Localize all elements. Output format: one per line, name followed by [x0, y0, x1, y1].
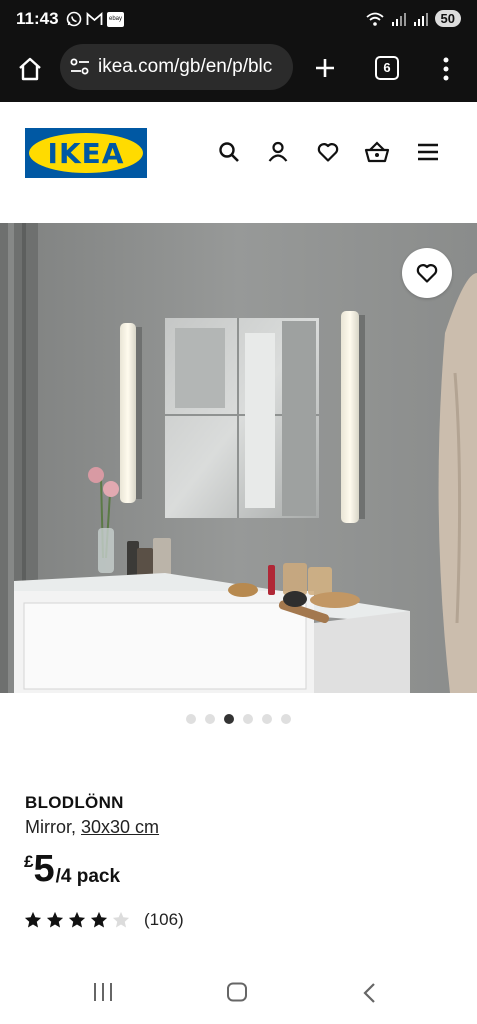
status-bar: 11:43 ebay 50 — [0, 0, 477, 40]
menu-icon[interactable] — [416, 140, 440, 164]
browser-toolbar: ikea.com/gb/en/p/blc 6 — [0, 40, 477, 102]
ebay-icon: ebay — [107, 11, 124, 27]
product-image[interactable] — [0, 223, 477, 693]
wifi-icon — [365, 12, 384, 26]
back-icon[interactable] — [362, 982, 378, 1004]
price-unit: /4 pack — [55, 866, 121, 887]
star-filled-icon — [90, 911, 108, 928]
home-icon[interactable] — [17, 56, 43, 82]
site-settings-icon[interactable] — [70, 58, 90, 76]
gallery-dot[interactable] — [224, 714, 234, 724]
product-rating[interactable]: (106) — [24, 910, 184, 930]
add-to-favourites-button[interactable] — [402, 248, 452, 298]
system-navigation-bar — [0, 968, 477, 1024]
address-bar[interactable]: ikea.com/gb/en/p/blc — [60, 44, 293, 90]
gallery-dot[interactable] — [205, 714, 215, 724]
more-options-icon[interactable] — [441, 57, 451, 81]
review-count: (106) — [144, 910, 184, 929]
site-header: IKEA — [0, 102, 477, 222]
star-filled-icon — [24, 911, 42, 928]
logo-text: IKEA — [47, 137, 125, 170]
account-icon[interactable] — [266, 140, 290, 164]
product-price: £ 5 /4 pack — [24, 846, 120, 892]
size-link[interactable]: 30x30 cm — [81, 817, 159, 837]
price-currency: £ — [24, 852, 34, 871]
gallery-dot[interactable] — [281, 714, 291, 724]
gallery-dot[interactable] — [262, 714, 272, 724]
heart-icon — [416, 264, 438, 283]
new-tab-icon[interactable] — [314, 57, 336, 79]
rating-stars — [24, 911, 130, 929]
product-description: Mirror, 30x30 cm — [25, 817, 159, 838]
gmail-icon — [86, 12, 103, 25]
system-indicators: 50 — [365, 10, 461, 27]
signal-icon — [391, 12, 406, 26]
url-text: ikea.com/gb/en/p/blc — [98, 56, 273, 77]
ikea-logo[interactable]: IKEA — [25, 128, 147, 178]
product-name: BLODLÖNN — [25, 793, 124, 812]
whatsapp-icon — [66, 11, 82, 27]
home-button-icon[interactable] — [226, 982, 248, 1002]
star-empty-icon — [112, 911, 130, 928]
gallery-pagination — [0, 714, 477, 724]
gallery-dot[interactable] — [186, 714, 196, 724]
cut-off-text: ▬ ▬▬▬ ▬▬▬▬ ▬ ▬▬▬▬ ▬▬▬ ▬▬▬▬ ▬▬ ▬▬ — [25, 958, 425, 968]
tab-switcher-button[interactable]: 6 — [375, 56, 399, 80]
basket-icon[interactable] — [364, 140, 390, 164]
heart-icon[interactable] — [316, 140, 340, 164]
price-amount: 5 — [33, 848, 55, 890]
battery-indicator: 50 — [434, 10, 461, 27]
search-icon[interactable] — [217, 140, 241, 164]
signal-icon-2 — [413, 12, 428, 26]
status-time: 11:43 — [16, 9, 59, 28]
recent-apps-icon[interactable] — [92, 982, 114, 1002]
gallery-dot[interactable] — [243, 714, 253, 724]
notification-icons: ebay — [66, 11, 124, 27]
product-type: Mirror, — [25, 817, 81, 837]
star-filled-icon — [46, 911, 64, 928]
star-filled-icon — [68, 911, 86, 928]
product-photo — [0, 223, 477, 693]
